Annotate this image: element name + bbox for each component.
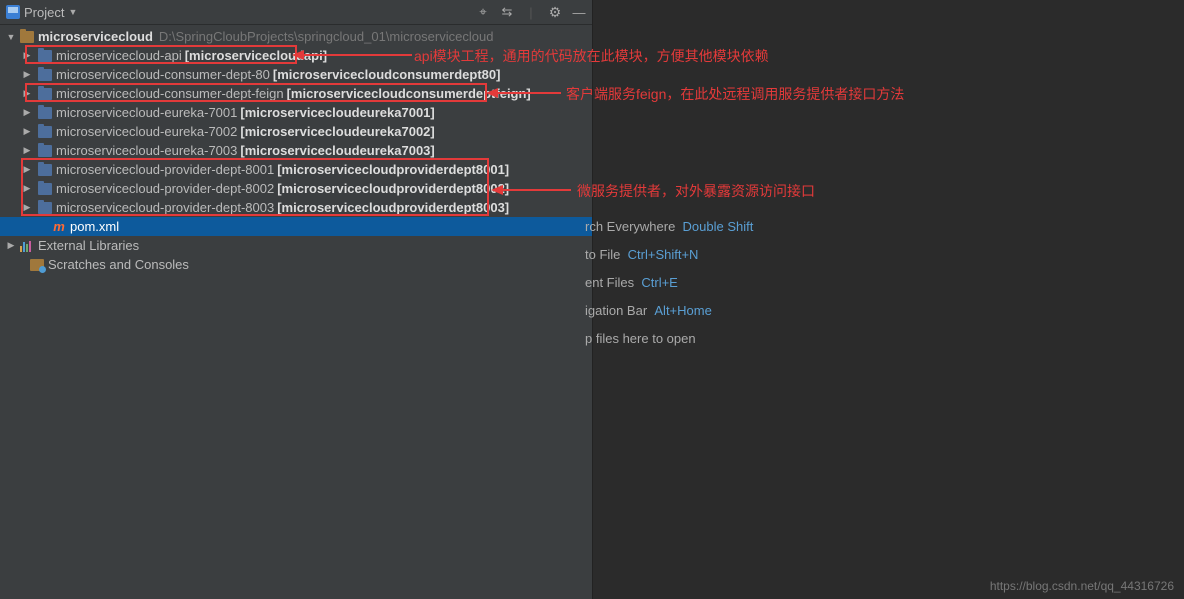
expand-arrow-icon[interactable] (22, 145, 32, 156)
folder-icon (38, 88, 52, 100)
external-libs-label: External Libraries (38, 238, 139, 253)
gear-icon[interactable]: ⚙ (548, 5, 562, 19)
tree-scratches[interactable]: Scratches and Consoles (0, 255, 592, 274)
annotation-arrow-icon (292, 46, 412, 64)
root-path: D:\SpringCloubProjects\springcloud_01\mi… (159, 29, 494, 44)
expand-arrow-icon[interactable] (22, 164, 32, 175)
tree-external-libs[interactable]: External Libraries (0, 236, 592, 255)
annotation-feign: 客户端服务feign，在此处远程调用服务提供者接口方法 (566, 84, 904, 104)
expand-all-icon[interactable]: ⇆ (500, 5, 514, 19)
shortcut: Double Shift (683, 219, 754, 234)
annotation-arrow-icon (491, 181, 571, 199)
annotation-providers: 微服务提供者，对外暴露资源访问接口 (577, 181, 815, 201)
chevron-down-icon[interactable]: ▼ (68, 7, 77, 17)
folder-icon (38, 145, 52, 157)
project-tree[interactable]: microservicecloud D:\SpringCloubProjects… (0, 25, 592, 599)
expand-arrow-icon[interactable] (22, 69, 32, 80)
module-name: microservicecloud-eureka-7001 (56, 105, 237, 120)
module-name: microservicecloud-eureka-7003 (56, 143, 237, 158)
module-bracket: [microservicecloudproviderdept8002] (277, 181, 509, 196)
tip-navbar: igation Bar Alt+Home (585, 303, 753, 318)
tree-file-pom[interactable]: m pom.xml (0, 217, 592, 236)
module-name: microservicecloud-provider-dept-8003 (56, 200, 274, 215)
libraries-icon (20, 240, 34, 252)
folder-icon (38, 69, 52, 81)
module-name: microservicecloud-consumer-dept-feign (56, 86, 284, 101)
tree-module[interactable]: microservicecloud-eureka-7001[microservi… (0, 103, 592, 122)
target-icon[interactable]: ⌖ (476, 5, 490, 19)
expand-arrow-icon[interactable] (6, 32, 16, 42)
tree-module[interactable]: microservicecloud-provider-dept-8001[mic… (0, 160, 592, 179)
project-title[interactable]: Project (24, 5, 64, 20)
shortcut: Ctrl+E (641, 275, 677, 290)
module-bracket: [microservicecloudeureka7003] (240, 143, 434, 158)
divider: | (524, 5, 538, 19)
module-name: microservicecloud-provider-dept-8002 (56, 181, 274, 196)
annotation-api: api模块工程，通用的代码放在此模块，方便其他模块依赖 (414, 46, 769, 66)
hide-icon[interactable]: — (572, 5, 586, 19)
expand-arrow-icon[interactable] (22, 107, 32, 118)
folder-icon (38, 50, 52, 62)
module-name: microservicecloud-api (56, 48, 182, 63)
tip-recent-files: ent Files Ctrl+E (585, 275, 753, 290)
watermark: https://blog.csdn.net/qq_44316726 (990, 579, 1174, 593)
tip-goto-file: to File Ctrl+Shift+N (585, 247, 753, 262)
folder-icon (38, 202, 52, 214)
module-bracket: [microservicecloudproviderdept8003] (277, 200, 509, 215)
project-header: Project ▼ ⌖ ⇆ | ⚙ — (0, 0, 592, 25)
tree-root[interactable]: microservicecloud D:\SpringCloubProjects… (0, 27, 592, 46)
shortcut: Ctrl+Shift+N (628, 247, 699, 262)
folder-icon (38, 126, 52, 138)
module-bracket: [microservicecloudeureka7002] (240, 124, 434, 139)
expand-arrow-icon[interactable] (22, 183, 32, 194)
maven-icon: m (52, 220, 66, 234)
module-bracket: [microservicecloudeureka7001] (240, 105, 434, 120)
file-name: pom.xml (70, 219, 119, 234)
expand-arrow-icon[interactable] (22, 126, 32, 137)
expand-arrow-icon[interactable] (22, 50, 32, 61)
expand-arrow-icon[interactable] (22, 202, 32, 213)
expand-arrow-icon[interactable] (22, 88, 32, 99)
tips-list: rch Everywhere Double Shift to File Ctrl… (585, 219, 753, 359)
folder-icon (38, 107, 52, 119)
module-bracket: [microservicecloudproviderdept8001] (277, 162, 509, 177)
scratches-label: Scratches and Consoles (48, 257, 189, 272)
folder-icon (20, 31, 34, 43)
shortcut: Alt+Home (654, 303, 711, 318)
annotation-arrow-icon (486, 84, 561, 102)
folder-icon (38, 164, 52, 176)
scratches-icon (30, 259, 44, 271)
tree-module[interactable]: microservicecloud-consumer-dept-80[micro… (0, 65, 592, 84)
tip-search: rch Everywhere Double Shift (585, 219, 753, 234)
expand-arrow-icon[interactable] (6, 240, 16, 251)
module-bracket: [microservicecloudconsumerdept80] (273, 67, 501, 82)
tip-drop-files: p files here to open (585, 331, 753, 346)
module-name: microservicecloud-consumer-dept-80 (56, 67, 270, 82)
tree-module[interactable]: microservicecloud-eureka-7002[microservi… (0, 122, 592, 141)
tree-module[interactable]: microservicecloud-provider-dept-8003[mic… (0, 198, 592, 217)
folder-icon (38, 183, 52, 195)
module-name: microservicecloud-eureka-7002 (56, 124, 237, 139)
tree-module[interactable]: microservicecloud-eureka-7003[microservi… (0, 141, 592, 160)
project-icon (6, 5, 20, 19)
root-name: microservicecloud (38, 29, 153, 44)
module-name: microservicecloud-provider-dept-8001 (56, 162, 274, 177)
